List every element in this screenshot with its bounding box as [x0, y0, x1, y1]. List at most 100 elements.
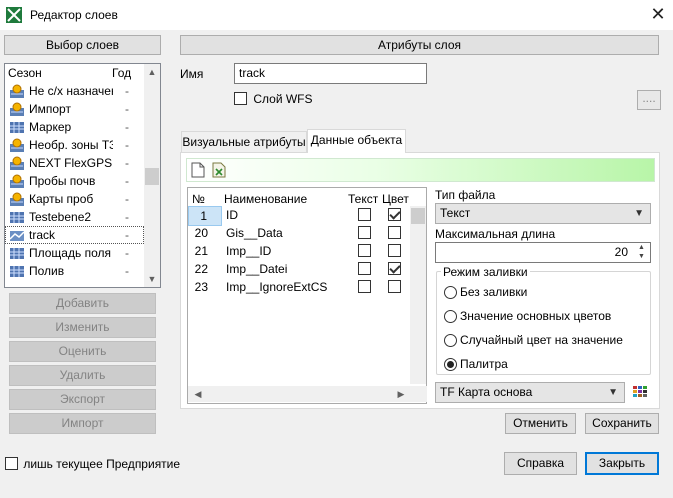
layer-list-item[interactable]: NEXT FlexGPS -: [5, 154, 144, 172]
grid-vscrollbar[interactable]: [410, 206, 426, 384]
row-number: 22: [194, 262, 208, 276]
tab-visual-attributes[interactable]: Визуальные атрибуты: [181, 131, 307, 153]
layer-list-item[interactable]: Testebene2 -: [5, 208, 144, 226]
current-enterprise-label: лишь текущее Предприятие: [23, 456, 181, 471]
scroll-right-icon[interactable]: ▶: [393, 386, 409, 402]
palette-icon[interactable]: [632, 384, 648, 400]
ellipsis-button[interactable]: ....: [637, 90, 661, 110]
palette-value: TF Карта основа: [440, 385, 533, 399]
scroll-up-icon[interactable]: ▲: [144, 64, 160, 80]
row-number: 21: [194, 244, 208, 258]
attributes-grid[interactable]: № Наименование Текст Цвет 1 ID 20 Gis__Data…: [187, 187, 427, 404]
grid-hscrollbar[interactable]: ◀ ▶: [188, 386, 427, 402]
wfs-checkbox[interactable]: Слой WFS: [234, 91, 313, 106]
text-checkbox[interactable]: [358, 280, 371, 293]
scroll-left-icon[interactable]: ◀: [190, 386, 206, 402]
color-checkbox[interactable]: [388, 226, 401, 239]
copy-button[interactable]: Оценить: [9, 341, 156, 362]
layer-list-item[interactable]: Не с/х назначен -: [5, 82, 144, 100]
window-title: Редактор слоев: [30, 8, 118, 22]
delete-button[interactable]: Удалить: [9, 365, 156, 386]
current-enterprise-checkbox-box[interactable]: [5, 457, 18, 471]
grid-header-name: Наименование: [224, 192, 308, 206]
grid-row[interactable]: 22 Imp__Datei: [188, 260, 427, 278]
layer-grid-icon: [9, 245, 25, 261]
layer-name-input[interactable]: track: [234, 63, 427, 84]
tab-object-data[interactable]: Данные объекта: [307, 129, 406, 153]
layer-dot-icon: [9, 83, 25, 99]
layer-list-item[interactable]: Карты проб -: [5, 190, 144, 208]
save-button[interactable]: Сохранить: [585, 413, 659, 434]
layer-grid-icon: [9, 209, 25, 225]
import-button[interactable]: Импорт: [9, 413, 156, 434]
layer-year: -: [125, 174, 129, 188]
scroll-down-icon[interactable]: ▼: [144, 271, 160, 287]
fill-mode-option[interactable]: Случайный цвет на значение: [443, 332, 643, 350]
layer-name: Площадь поля 2: [29, 246, 113, 260]
grid-row[interactable]: 1 ID: [188, 206, 427, 226]
text-checkbox[interactable]: [358, 262, 371, 275]
color-checkbox[interactable]: [388, 280, 401, 293]
new-document-icon[interactable]: [191, 162, 205, 178]
radio-button[interactable]: [444, 310, 457, 323]
grid-row[interactable]: 23 Imp__IgnoreExtCS: [188, 278, 427, 296]
fill-mode-option-label: Без заливки: [460, 285, 528, 299]
radio-button[interactable]: [444, 334, 457, 347]
grid-row[interactable]: 20 Gis__Data: [188, 224, 427, 242]
wfs-checkbox-box[interactable]: [234, 92, 247, 106]
fill-mode-option[interactable]: Палитра: [443, 356, 643, 374]
scroll-thumb[interactable]: [145, 168, 159, 185]
list-scrollbar[interactable]: ▲ ▼: [144, 64, 160, 287]
layer-list-item[interactable]: Необр. зоны ТЗ -: [5, 136, 144, 154]
layer-list-item[interactable]: Импорт -: [5, 100, 144, 118]
layers-list[interactable]: Сезон Год Не с/х назначен - Импорт - Маркер -…: [4, 63, 161, 288]
layer-year: -: [125, 102, 129, 116]
grid-scroll-thumb[interactable]: [411, 208, 425, 224]
layer-year: -: [125, 138, 129, 152]
row-name: ID: [226, 208, 238, 222]
layer-grid-icon: [9, 263, 25, 279]
fill-mode-option[interactable]: Значение основных цветов: [443, 308, 643, 326]
fill-mode-option-label: Значение основных цветов: [460, 309, 612, 323]
radio-button[interactable]: [444, 358, 457, 371]
name-label: Имя: [180, 67, 204, 81]
list-header: Сезон Год: [5, 64, 144, 82]
palette-select[interactable]: TF Карта основа ▼: [435, 382, 625, 403]
layer-dot-icon: [9, 191, 25, 207]
color-checkbox[interactable]: [388, 208, 401, 221]
layer-attributes-header[interactable]: Атрибуты слоя: [180, 35, 659, 55]
maxlen-input[interactable]: 20: [435, 242, 651, 263]
layer-dot-icon: [9, 155, 25, 171]
current-enterprise-checkbox[interactable]: лишь текущее Предприятие: [5, 456, 180, 471]
layer-list-item[interactable]: Маркер -: [5, 118, 144, 136]
export-button[interactable]: Экспорт: [9, 389, 156, 410]
layer-list-item[interactable]: Полив -: [5, 262, 144, 280]
select-layers-header[interactable]: Выбор слоев: [4, 35, 161, 55]
edit-button[interactable]: Изменить: [9, 317, 156, 338]
chevron-down-icon: ▼: [634, 208, 644, 219]
help-button[interactable]: Справка: [504, 452, 577, 475]
close-icon[interactable]: ✕: [648, 5, 668, 25]
grid-row[interactable]: 21 Imp__ID: [188, 242, 427, 260]
layer-year: -: [125, 264, 129, 278]
layer-year: -: [125, 156, 129, 170]
close-button[interactable]: Закрыть: [585, 452, 659, 475]
cancel-button[interactable]: Отменить: [505, 413, 576, 434]
fill-mode-option[interactable]: Без заливки: [443, 284, 643, 302]
color-checkbox[interactable]: [388, 244, 401, 257]
maxlen-label: Максимальная длина: [435, 227, 556, 241]
row-name: Imp__ID: [226, 244, 272, 258]
text-checkbox[interactable]: [358, 244, 371, 257]
add-button[interactable]: Добавить: [9, 293, 156, 314]
delete-document-icon[interactable]: [212, 162, 226, 178]
layer-grid-icon: [9, 119, 25, 135]
color-checkbox[interactable]: [388, 262, 401, 275]
filetype-select[interactable]: Текст ▼: [435, 203, 651, 224]
layer-list-item[interactable]: track -: [5, 226, 144, 244]
spinner-icon[interactable]: ▲ ▼: [633, 243, 650, 262]
text-checkbox[interactable]: [358, 226, 371, 239]
radio-button[interactable]: [444, 286, 457, 299]
text-checkbox[interactable]: [358, 208, 371, 221]
layer-list-item[interactable]: Площадь поля 2-: [5, 244, 144, 262]
layer-list-item[interactable]: Пробы почв -: [5, 172, 144, 190]
